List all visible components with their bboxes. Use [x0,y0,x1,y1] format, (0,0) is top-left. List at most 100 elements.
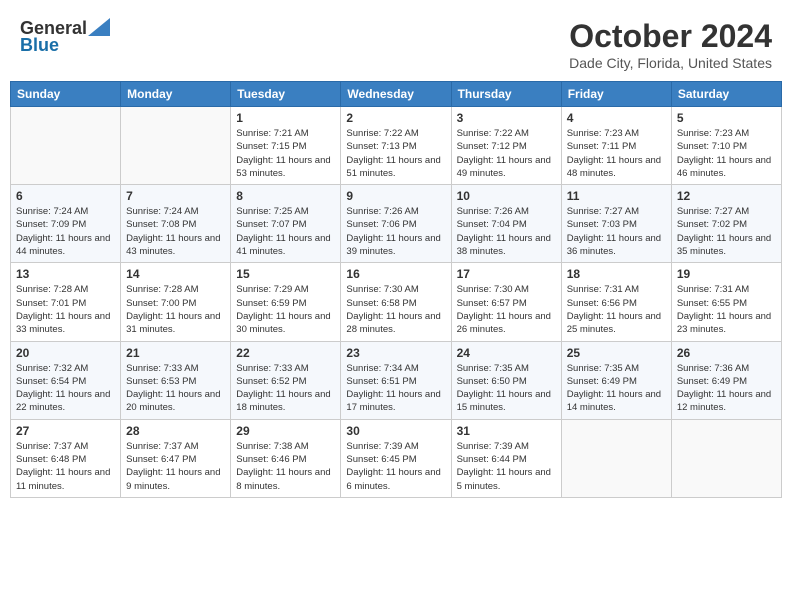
page-header: General Blue October 2024 Dade City, Flo… [10,10,782,75]
calendar-week-row: 27 Sunrise: 7:37 AM Sunset: 6:48 PM Dayli… [11,419,782,497]
calendar-cell: 30 Sunrise: 7:39 AM Sunset: 6:45 PM Dayli… [341,419,451,497]
calendar-cell: 7 Sunrise: 7:24 AM Sunset: 7:08 PM Daylig… [121,185,231,263]
calendar-cell: 4 Sunrise: 7:23 AM Sunset: 7:11 PM Daylig… [561,107,671,185]
calendar-table: SundayMondayTuesdayWednesdayThursdayFrid… [10,81,782,498]
day-number: 5 [677,111,776,125]
calendar-cell: 5 Sunrise: 7:23 AM Sunset: 7:10 PM Daylig… [671,107,781,185]
calendar-cell: 25 Sunrise: 7:35 AM Sunset: 6:49 PM Dayli… [561,341,671,419]
day-number: 24 [457,346,556,360]
calendar-cell: 21Sunrise: 7:33 AM Sunset: 6:53 PM Dayli… [121,341,231,419]
day-detail: Sunrise: 7:23 AM Sunset: 7:11 PM Dayligh… [567,127,666,180]
day-detail: Sunrise: 7:35 AM Sunset: 6:50 PM Dayligh… [457,362,556,415]
calendar-cell: 16Sunrise: 7:30 AM Sunset: 6:58 PM Dayli… [341,263,451,341]
calendar-cell: 27 Sunrise: 7:37 AM Sunset: 6:48 PM Dayli… [11,419,121,497]
calendar-cell: 10 Sunrise: 7:26 AM Sunset: 7:04 PM Dayli… [451,185,561,263]
day-detail: Sunrise: 7:23 AM Sunset: 7:10 PM Dayligh… [677,127,776,180]
calendar-cell: 3 Sunrise: 7:22 AM Sunset: 7:12 PM Daylig… [451,107,561,185]
calendar-cell: 2Sunrise: 7:22 AM Sunset: 7:13 PM Daylig… [341,107,451,185]
day-detail: Sunrise: 7:25 AM Sunset: 7:07 PM Dayligh… [236,205,335,258]
calendar-cell: 1 Sunrise: 7:21 AM Sunset: 7:15 PM Daylig… [231,107,341,185]
day-number: 18 [567,267,666,281]
day-number: 20 [16,346,115,360]
day-number: 9 [346,189,445,203]
logo: General Blue [20,18,110,56]
calendar-cell: 19Sunrise: 7:31 AM Sunset: 6:55 PM Dayli… [671,263,781,341]
month-title: October 2024 [569,18,772,55]
day-number: 3 [457,111,556,125]
day-detail: Sunrise: 7:32 AM Sunset: 6:54 PM Dayligh… [16,362,115,415]
day-number: 23 [346,346,445,360]
day-number: 30 [346,424,445,438]
calendar-cell: 18 Sunrise: 7:31 AM Sunset: 6:56 PM Dayli… [561,263,671,341]
calendar-cell: 13 Sunrise: 7:28 AM Sunset: 7:01 PM Dayli… [11,263,121,341]
day-number: 16 [346,267,445,281]
day-detail: Sunrise: 7:36 AM Sunset: 6:49 PM Dayligh… [677,362,776,415]
day-detail: Sunrise: 7:31 AM Sunset: 6:56 PM Dayligh… [567,283,666,336]
day-number: 10 [457,189,556,203]
day-number: 8 [236,189,335,203]
day-detail: Sunrise: 7:37 AM Sunset: 6:48 PM Dayligh… [16,440,115,493]
calendar-cell: 28 Sunrise: 7:37 AM Sunset: 6:47 PM Dayli… [121,419,231,497]
calendar-cell: 11 Sunrise: 7:27 AM Sunset: 7:03 PM Dayli… [561,185,671,263]
day-detail: Sunrise: 7:33 AM Sunset: 6:53 PM Dayligh… [126,362,225,415]
day-detail: Sunrise: 7:26 AM Sunset: 7:06 PM Dayligh… [346,205,445,258]
day-number: 7 [126,189,225,203]
calendar-cell: 22 Sunrise: 7:33 AM Sunset: 6:52 PM Dayli… [231,341,341,419]
logo-arrow-icon [88,18,110,36]
day-number: 11 [567,189,666,203]
calendar-week-row: 6 Sunrise: 7:24 AM Sunset: 7:09 PM Daylig… [11,185,782,263]
calendar-day-header: Friday [561,82,671,107]
day-number: 19 [677,267,776,281]
title-block: October 2024 Dade City, Florida, United … [569,18,772,71]
day-detail: Sunrise: 7:33 AM Sunset: 6:52 PM Dayligh… [236,362,335,415]
day-detail: Sunrise: 7:22 AM Sunset: 7:12 PM Dayligh… [457,127,556,180]
day-number: 1 [236,111,335,125]
day-number: 6 [16,189,115,203]
calendar-header-row: SundayMondayTuesdayWednesdayThursdayFrid… [11,82,782,107]
day-detail: Sunrise: 7:28 AM Sunset: 7:01 PM Dayligh… [16,283,115,336]
day-detail: Sunrise: 7:35 AM Sunset: 6:49 PM Dayligh… [567,362,666,415]
calendar-cell [11,107,121,185]
calendar-week-row: 20 Sunrise: 7:32 AM Sunset: 6:54 PM Dayli… [11,341,782,419]
day-number: 25 [567,346,666,360]
day-detail: Sunrise: 7:24 AM Sunset: 7:08 PM Dayligh… [126,205,225,258]
day-number: 29 [236,424,335,438]
day-number: 13 [16,267,115,281]
day-detail: Sunrise: 7:39 AM Sunset: 6:44 PM Dayligh… [457,440,556,493]
day-detail: Sunrise: 7:26 AM Sunset: 7:04 PM Dayligh… [457,205,556,258]
calendar-cell [671,419,781,497]
day-detail: Sunrise: 7:37 AM Sunset: 6:47 PM Dayligh… [126,440,225,493]
calendar-day-header: Monday [121,82,231,107]
day-detail: Sunrise: 7:24 AM Sunset: 7:09 PM Dayligh… [16,205,115,258]
day-detail: Sunrise: 7:38 AM Sunset: 6:46 PM Dayligh… [236,440,335,493]
calendar-day-header: Sunday [11,82,121,107]
day-number: 15 [236,267,335,281]
calendar-day-header: Wednesday [341,82,451,107]
calendar-week-row: 13 Sunrise: 7:28 AM Sunset: 7:01 PM Dayli… [11,263,782,341]
calendar-week-row: 1 Sunrise: 7:21 AM Sunset: 7:15 PM Daylig… [11,107,782,185]
calendar-cell: 17Sunrise: 7:30 AM Sunset: 6:57 PM Dayli… [451,263,561,341]
day-number: 22 [236,346,335,360]
day-number: 28 [126,424,225,438]
calendar-cell: 14Sunrise: 7:28 AM Sunset: 7:00 PM Dayli… [121,263,231,341]
day-detail: Sunrise: 7:27 AM Sunset: 7:03 PM Dayligh… [567,205,666,258]
day-detail: Sunrise: 7:22 AM Sunset: 7:13 PM Dayligh… [346,127,445,180]
calendar-cell: 9 Sunrise: 7:26 AM Sunset: 7:06 PM Daylig… [341,185,451,263]
day-number: 14 [126,267,225,281]
calendar-day-header: Saturday [671,82,781,107]
day-number: 4 [567,111,666,125]
calendar-cell: 6 Sunrise: 7:24 AM Sunset: 7:09 PM Daylig… [11,185,121,263]
calendar-day-header: Tuesday [231,82,341,107]
day-detail: Sunrise: 7:39 AM Sunset: 6:45 PM Dayligh… [346,440,445,493]
calendar-cell: 26 Sunrise: 7:36 AM Sunset: 6:49 PM Dayli… [671,341,781,419]
day-number: 31 [457,424,556,438]
day-detail: Sunrise: 7:34 AM Sunset: 6:51 PM Dayligh… [346,362,445,415]
day-number: 27 [16,424,115,438]
day-number: 26 [677,346,776,360]
calendar-cell [561,419,671,497]
day-detail: Sunrise: 7:21 AM Sunset: 7:15 PM Dayligh… [236,127,335,180]
calendar-cell [121,107,231,185]
calendar-day-header: Thursday [451,82,561,107]
calendar-cell: 15Sunrise: 7:29 AM Sunset: 6:59 PM Dayli… [231,263,341,341]
calendar-cell: 23 Sunrise: 7:34 AM Sunset: 6:51 PM Dayli… [341,341,451,419]
